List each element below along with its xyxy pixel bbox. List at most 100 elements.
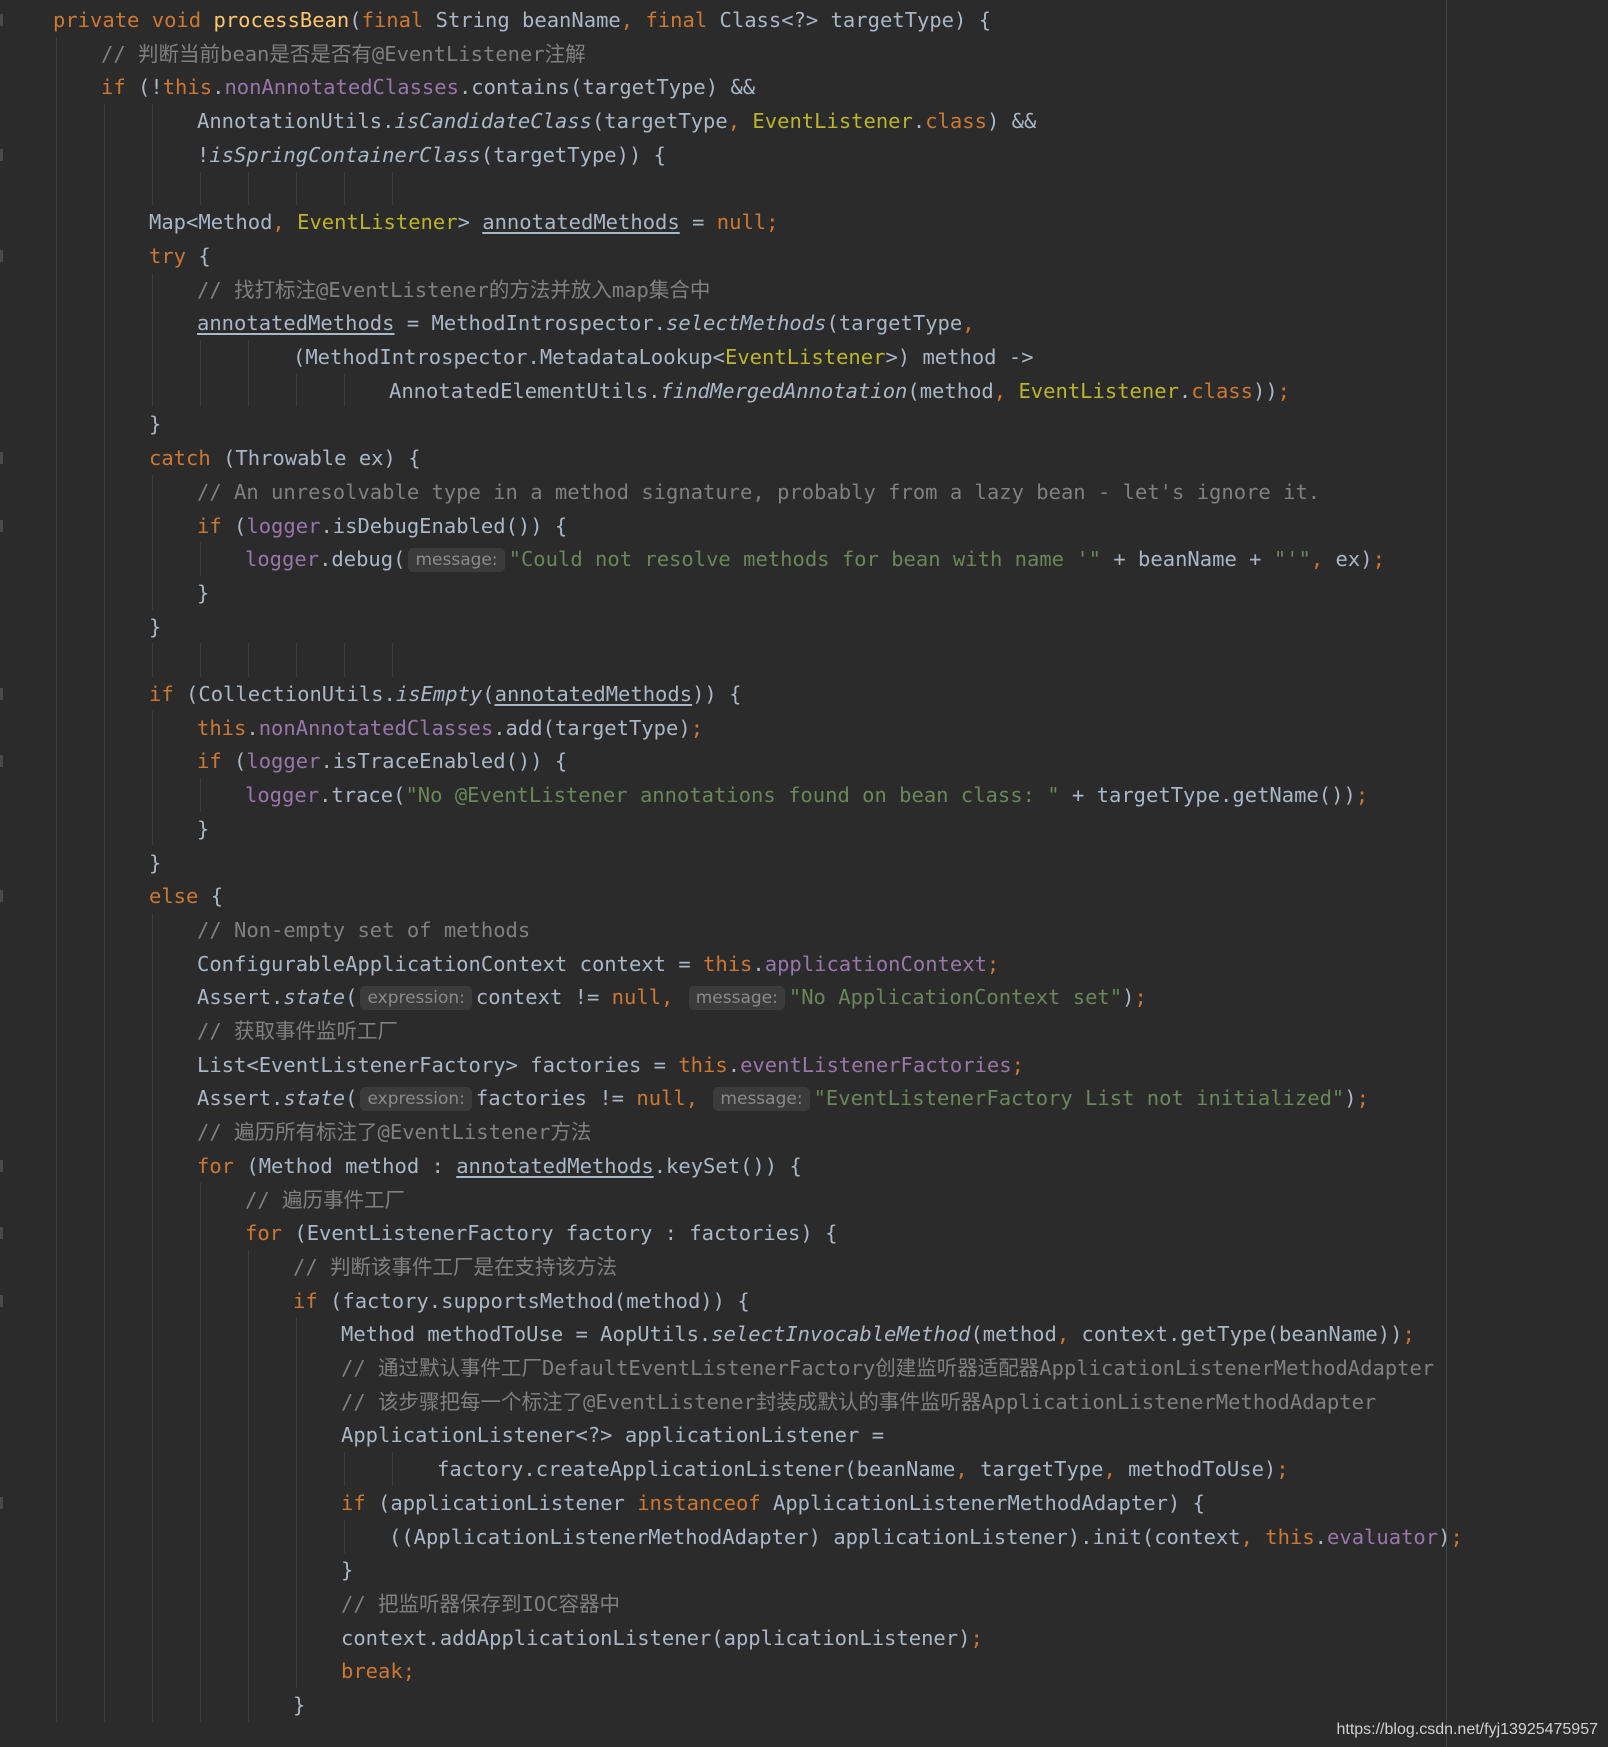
code-line[interactable]: }: [197, 812, 209, 846]
code-line[interactable]: if (CollectionUtils.isEmpty(annotatedMet…: [149, 677, 741, 711]
code-token: selectMethods: [666, 311, 827, 336]
fold-marker[interactable]: [0, 688, 3, 700]
code-line[interactable]: this.nonAnnotatedClasses.add(targetType)…: [197, 711, 703, 745]
code-token: instanceof: [637, 1490, 773, 1515]
editor-gutter[interactable]: [0, 0, 12, 1747]
code-line[interactable]: if (applicationListener instanceof Appli…: [341, 1486, 1205, 1520]
code-line[interactable]: Assert.state(expression: factories != nul…: [197, 1081, 1369, 1115]
code-line[interactable]: for (EventListenerFactory factory : fact…: [245, 1216, 837, 1250]
fold-marker[interactable]: [0, 519, 3, 532]
code-line[interactable]: List<EventListenerFactory> factories = t…: [197, 1048, 1024, 1082]
fold-marker[interactable]: [0, 14, 3, 26]
indent-guide: [152, 104, 153, 206]
code-token: if: [341, 1490, 379, 1515]
code-token: (MethodIntrospector.MetadataLookup<: [293, 345, 725, 369]
code-token: EventListener: [297, 210, 458, 235]
code-line[interactable]: // 该步骤把每一个标注了@EventListener封装成默认的事件监听器Ap…: [341, 1385, 1376, 1419]
code-token: isCandidateClass: [394, 109, 592, 134]
code-token: state: [283, 985, 346, 1010]
code-line[interactable]: }: [197, 576, 209, 610]
code-line[interactable]: break;: [341, 1654, 415, 1688]
code-line[interactable]: Assert.state(expression: context != null,…: [197, 980, 1147, 1014]
code-line[interactable]: context.addApplicationListener(applicati…: [341, 1621, 983, 1655]
code-line[interactable]: }: [293, 1688, 305, 1722]
code-token: // 把监听器保存到IOC容器中: [341, 1591, 621, 1616]
code-token: .contains(targetType) &&: [458, 75, 756, 100]
code-token: this: [197, 715, 247, 740]
code-line[interactable]: if (logger.isDebugEnabled()) {: [197, 509, 567, 543]
code-line[interactable]: // 遍历所有标注了@EventListener方法: [197, 1115, 591, 1149]
code-token: nonAnnotatedClasses: [224, 75, 459, 100]
code-line[interactable]: }: [341, 1553, 353, 1587]
code-line[interactable]: }: [149, 610, 161, 644]
code-line[interactable]: }: [149, 846, 161, 880]
code-line[interactable]: if (!this.nonAnnotatedClasses.contains(t…: [101, 70, 755, 104]
code-token: annotatedMethods: [456, 1153, 654, 1178]
code-line[interactable]: Map<Method, EventListener> annotatedMeth…: [149, 205, 778, 239]
code-line[interactable]: (MethodIntrospector.MetadataLookup<Event…: [293, 340, 1034, 374]
code-token: // 遍历所有标注了@EventListener方法: [197, 1120, 592, 1145]
code-token: if: [197, 749, 235, 774]
code-line[interactable]: if (factory.supportsMethod(method)) {: [293, 1284, 750, 1318]
code-line[interactable]: // Non-empty set of methods: [197, 913, 530, 947]
code-line[interactable]: if (logger.isTraceEnabled()) {: [197, 744, 567, 778]
code-line[interactable]: ((ApplicationListenerMethodAdapter) appl…: [389, 1520, 1463, 1554]
code-line[interactable]: AnnotatedElementUtils.findMergedAnnotati…: [389, 374, 1290, 408]
code-line[interactable]: Method methodToUse = AopUtils.selectInvo…: [341, 1317, 1415, 1351]
fold-marker[interactable]: [0, 1294, 3, 1307]
code-token: state: [283, 1086, 346, 1111]
code-line[interactable]: ConfigurableApplicationContext context =…: [197, 947, 999, 981]
fold-marker[interactable]: [0, 452, 3, 465]
code-line[interactable]: logger.debug(message: "Could not resolve …: [245, 542, 1385, 576]
code-line[interactable]: // 把监听器保存到IOC容器中: [341, 1587, 620, 1621]
code-token: Map<Method: [149, 210, 273, 235]
code-line[interactable]: // An unresolvable type in a method sign…: [197, 475, 1320, 509]
code-editor[interactable]: private void processBean(final String be…: [0, 0, 1608, 1747]
indent-guide: [104, 104, 105, 1722]
code-line[interactable]: // 判断当前bean是否是否有@EventListener注解: [101, 37, 586, 71]
fold-marker[interactable]: [0, 890, 3, 903]
code-line[interactable]: private void processBean(final String be…: [53, 3, 991, 37]
code-token: ,: [1056, 1322, 1082, 1347]
code-line[interactable]: !isSpringContainerClass(targetType)) {: [197, 138, 666, 172]
code-token: logger: [245, 783, 320, 808]
code-token: null,: [611, 985, 686, 1010]
code-token: this: [678, 1052, 728, 1077]
fold-marker[interactable]: [0, 148, 3, 161]
code-line[interactable]: // 通过默认事件工厂DefaultEventListenerFactory创建…: [341, 1351, 1434, 1385]
code-line[interactable]: factory.createApplicationListener(beanNa…: [437, 1452, 1289, 1486]
code-line[interactable]: // 获取事件监听工厂: [197, 1014, 398, 1048]
fold-marker[interactable]: [0, 1159, 3, 1172]
code-line[interactable]: ApplicationListener<?> applicationListen…: [341, 1418, 884, 1452]
indent-guide: [56, 36, 57, 1722]
fold-marker[interactable]: [0, 1496, 3, 1509]
indent-guide: [200, 171, 201, 206]
code-line[interactable]: logger.trace("No @EventListener annotati…: [245, 778, 1368, 812]
code-token: context.addApplicationListener(applicati…: [341, 1625, 971, 1650]
code-token: annotatedMethods: [197, 311, 395, 336]
code-token: }: [341, 1558, 354, 1583]
fold-marker[interactable]: [0, 249, 3, 262]
code-line[interactable]: AnnotationUtils.isCandidateClass(targetT…: [197, 104, 1036, 138]
fold-marker[interactable]: [0, 755, 3, 768]
code-line[interactable]: catch (Throwable ex) {: [149, 441, 421, 475]
code-line[interactable]: // 遍历事件工厂: [245, 1183, 405, 1217]
code-token: ,: [1310, 547, 1336, 572]
code-token: ConfigurableApplicationContext context =: [197, 951, 704, 976]
indent-guide: [296, 643, 297, 677]
code-line[interactable]: // 判断该事件工厂是在支持该方法: [293, 1250, 617, 1284]
fold-marker[interactable]: [0, 1227, 3, 1240]
code-token: findMergedAnnotation: [660, 378, 908, 403]
code-line[interactable]: else {: [149, 879, 223, 913]
code-line[interactable]: // 找打标注@EventListener的方法并放入map集合中: [197, 273, 710, 307]
indent-guide: [344, 171, 345, 206]
code-line[interactable]: annotatedMethods = MethodIntrospector.se…: [197, 306, 975, 340]
code-line[interactable]: try {: [149, 239, 211, 273]
code-line[interactable]: for (Method method : annotatedMethods.ke…: [197, 1149, 802, 1183]
code-token: class: [1191, 378, 1253, 403]
code-token: (targetType)) {: [480, 142, 667, 167]
indent-guide: [392, 1452, 393, 1486]
code-token: .: [1314, 1524, 1328, 1549]
parameter-hint: expression:: [360, 986, 472, 1011]
code-line[interactable]: }: [149, 407, 161, 441]
